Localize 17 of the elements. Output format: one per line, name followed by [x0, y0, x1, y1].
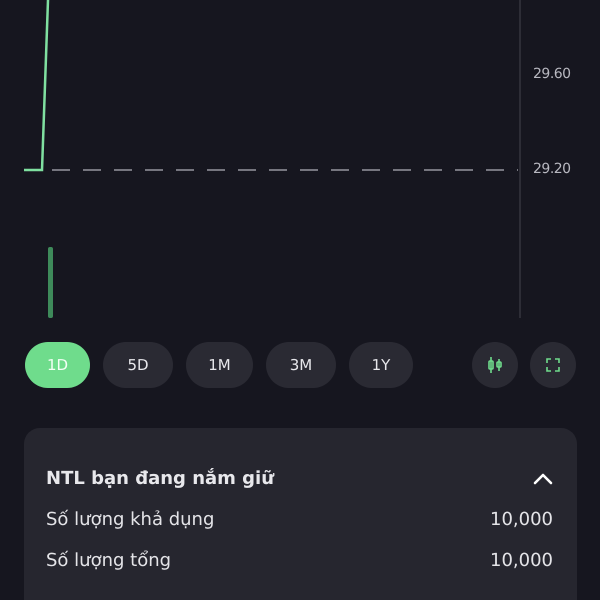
- price-label: 29.60: [533, 66, 571, 82]
- row-value: 10,000: [490, 550, 553, 571]
- range-tab[interactable]: 1M: [186, 342, 253, 388]
- range-tab[interactable]: 5D: [103, 342, 173, 388]
- price-label: 29.20: [533, 161, 571, 177]
- candlestick-button[interactable]: [472, 342, 518, 388]
- range-tab[interactable]: 3M: [266, 342, 336, 388]
- range-tab[interactable]: 1Y: [349, 342, 413, 388]
- candlestick-icon: [487, 356, 503, 374]
- fullscreen-button[interactable]: [530, 342, 576, 388]
- fullscreen-icon: [546, 358, 560, 372]
- holdings-title: NTL bạn đang nắm giữ: [46, 468, 274, 489]
- row-label: Số lượng tổng: [46, 550, 172, 571]
- row-label: Số lượng khả dụng: [46, 509, 214, 530]
- chevron-up-icon[interactable]: [533, 472, 553, 484]
- volume-bar: [48, 247, 53, 318]
- row-value: 10,000: [490, 509, 553, 530]
